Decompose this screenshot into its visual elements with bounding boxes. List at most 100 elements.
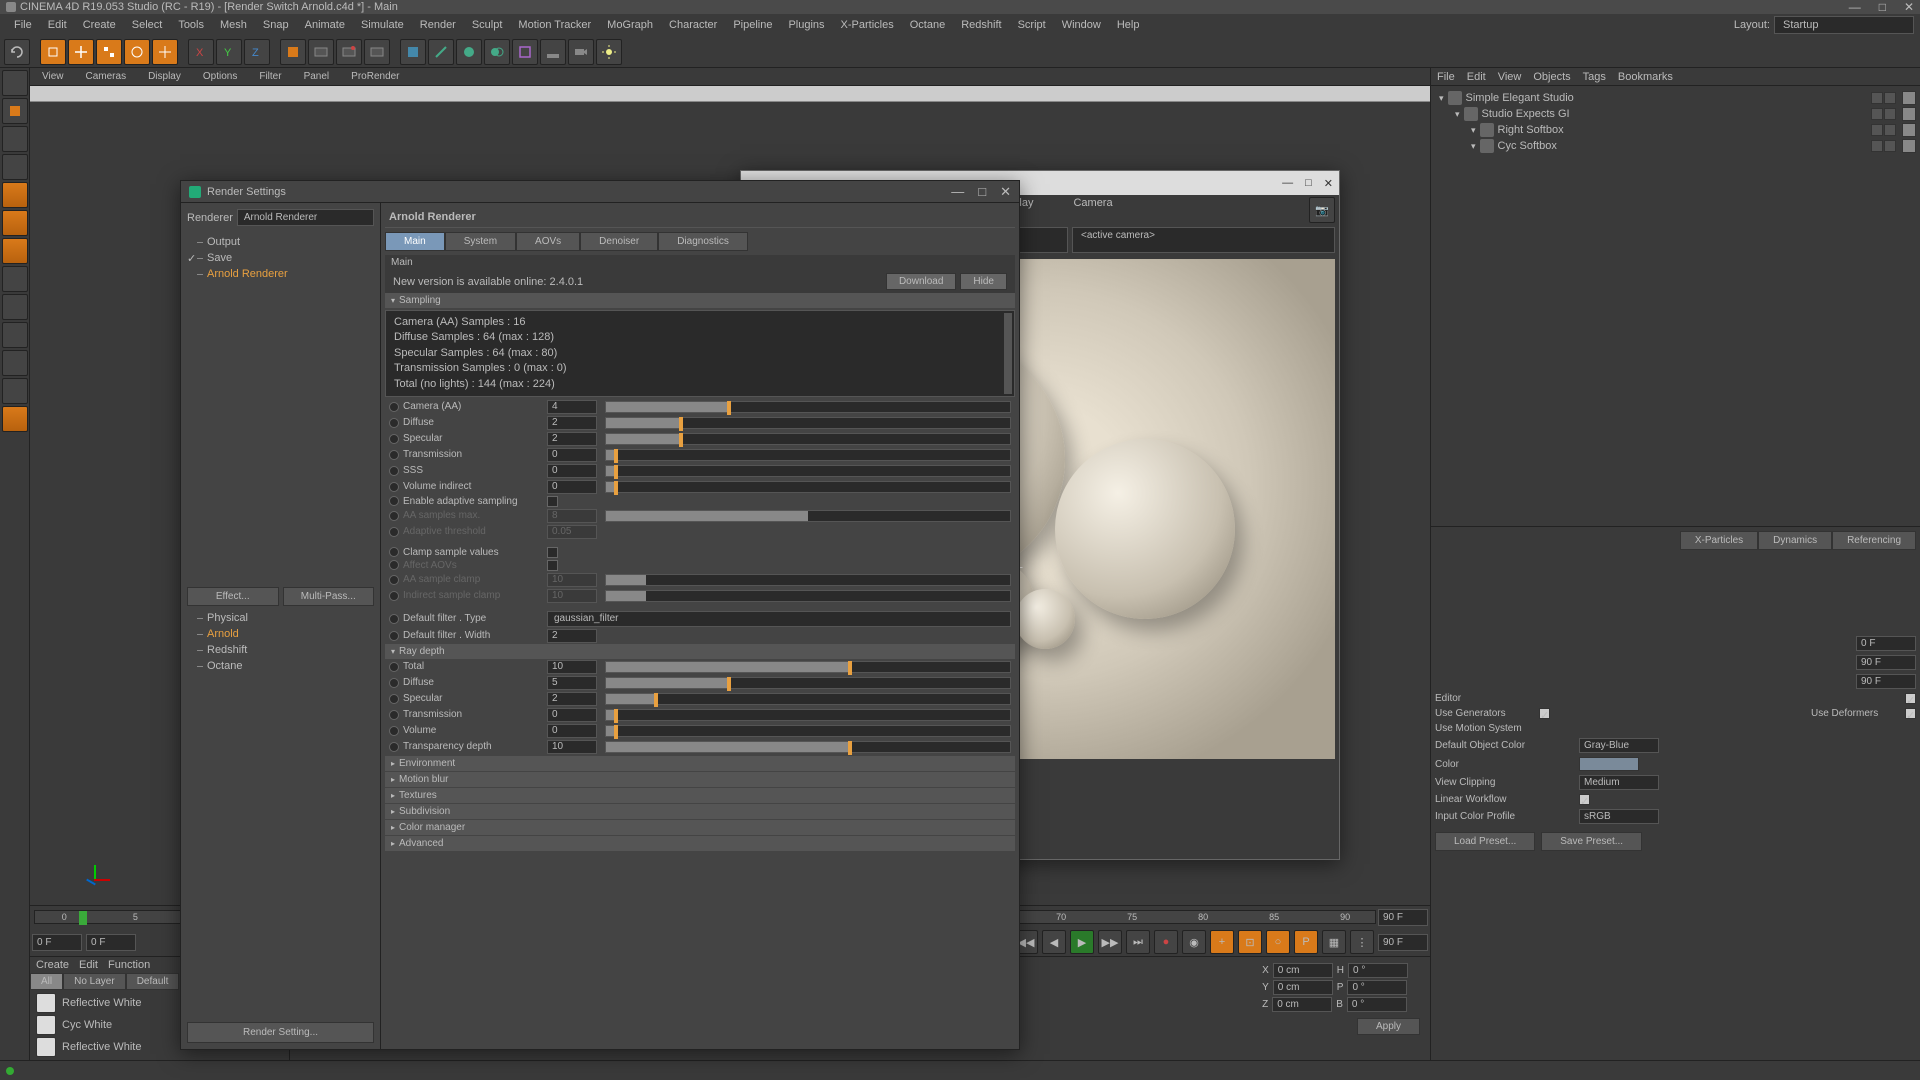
frame-end-input[interactable]: 90 F [1378, 934, 1428, 951]
menu-help[interactable]: Help [1109, 15, 1148, 35]
hide-button[interactable]: Hide [960, 273, 1007, 290]
viewport-tab-cameras[interactable]: Cameras [80, 71, 133, 82]
obj-menu-objects[interactable]: Objects [1533, 71, 1570, 83]
object-tag[interactable] [1902, 139, 1916, 153]
adaptive-check[interactable] [547, 496, 558, 507]
param-bullet[interactable] [389, 434, 399, 444]
play-forward-button[interactable]: ▶ [1070, 930, 1094, 954]
rs-section-subdivision[interactable]: Subdivision [385, 804, 1015, 819]
sampling-specular-slider[interactable] [605, 433, 1011, 445]
z-input[interactable]: 0 cm [1272, 997, 1332, 1012]
menu-edit[interactable]: Edit [40, 15, 75, 35]
sampling-camera-aa--input[interactable] [547, 400, 597, 414]
sampling-specular-input[interactable] [547, 432, 597, 446]
menu-character[interactable]: Character [661, 15, 725, 35]
make-editable[interactable] [2, 70, 28, 96]
object-row[interactable]: ▾Simple Elegant Studio [1435, 90, 1916, 106]
object-tag[interactable] [1902, 107, 1916, 121]
menu-mograph[interactable]: MoGraph [599, 15, 661, 35]
ray-diffuse-input[interactable] [547, 676, 597, 690]
viewport-tab-panel[interactable]: Panel [298, 71, 336, 82]
subdivision-button[interactable] [456, 39, 482, 65]
live-select-tool[interactable] [40, 39, 66, 65]
deformer-button[interactable] [512, 39, 538, 65]
edge-mode[interactable] [2, 210, 28, 236]
h-input[interactable]: 0 ° [1348, 963, 1408, 978]
camera-button[interactable] [568, 39, 594, 65]
x-input[interactable]: 0 cm [1273, 963, 1333, 978]
attr-val-0f[interactable]: 0 F [1856, 636, 1916, 651]
mat-tab-all[interactable]: All [30, 973, 63, 990]
menu-tools[interactable]: Tools [170, 15, 212, 35]
point-mode[interactable] [2, 182, 28, 208]
maximize-button[interactable]: □ [1879, 0, 1886, 14]
rs-section-advanced[interactable]: Advanced [385, 836, 1015, 851]
snap-toggle[interactable] [2, 322, 28, 348]
rs-minimize[interactable]: — [951, 184, 964, 200]
filter-type-select[interactable]: gaussian_filter [547, 611, 1011, 627]
menu-render[interactable]: Render [412, 15, 464, 35]
step-forward-button[interactable]: ▶▶ [1098, 930, 1122, 954]
view-clipping-select[interactable]: Medium [1579, 775, 1659, 790]
menu-create[interactable]: Create [75, 15, 124, 35]
param-bullet[interactable] [389, 450, 399, 460]
object-tree[interactable]: ▾Simple Elegant Studio▾Studio Expects GI… [1431, 86, 1920, 526]
scale-tool[interactable] [96, 39, 122, 65]
light-button[interactable] [596, 39, 622, 65]
ipr-maximize[interactable]: □ [1305, 177, 1312, 190]
multipass-button[interactable]: Multi-Pass... [283, 587, 375, 606]
menu-x-particles[interactable]: X-Particles [833, 15, 902, 35]
boole-button[interactable] [484, 39, 510, 65]
render-view-button[interactable] [308, 39, 334, 65]
render-dot[interactable] [1884, 108, 1896, 120]
linear-workflow-check[interactable]: ✓ [1579, 794, 1590, 805]
ray-total-slider[interactable] [605, 661, 1011, 673]
rs-engine-physical[interactable]: Physical [187, 610, 374, 626]
param-bullet[interactable] [389, 710, 399, 720]
rs-maximize[interactable]: □ [978, 184, 986, 200]
viewport-tab-view[interactable]: View [36, 71, 70, 82]
mat-menu-edit[interactable]: Edit [79, 959, 98, 971]
play-back-button[interactable]: ◀ [1042, 930, 1066, 954]
rs-section-motion-blur[interactable]: Motion blur [385, 772, 1015, 787]
render-settings-button[interactable] [364, 39, 390, 65]
renderer-select[interactable]: Arnold Renderer [237, 209, 374, 226]
ray-transmission-input[interactable] [547, 708, 597, 722]
ipr-snapshot[interactable]: 📷 [1309, 197, 1335, 223]
frame-end-display[interactable]: 90 F [1378, 909, 1428, 926]
close-button[interactable]: ✕ [1904, 0, 1914, 14]
rs-tree-save[interactable]: Save✓ [187, 250, 374, 266]
p-input[interactable]: 0 ° [1347, 980, 1407, 995]
sampling-volume-indirect-input[interactable] [547, 480, 597, 494]
minimize-button[interactable]: — [1849, 0, 1861, 14]
menu-simulate[interactable]: Simulate [353, 15, 412, 35]
mat-menu-create[interactable]: Create [36, 959, 69, 971]
object-row[interactable]: ▾Cyc Softbox [1435, 138, 1916, 154]
sampling-camera-aa--slider[interactable] [605, 401, 1011, 413]
rotate-tool[interactable] [124, 39, 150, 65]
obj-menu-bookmarks[interactable]: Bookmarks [1618, 71, 1673, 83]
attr-tab-x-particles[interactable]: X-Particles [1680, 531, 1758, 550]
input-color-profile-select[interactable]: sRGB [1579, 809, 1659, 824]
frame-current-input[interactable]: 0 F [86, 934, 136, 951]
obj-menu-view[interactable]: View [1498, 71, 1522, 83]
polygon-mode[interactable] [2, 238, 28, 264]
workplane-mode[interactable] [2, 154, 28, 180]
menu-select[interactable]: Select [124, 15, 171, 35]
obj-menu-file[interactable]: File [1437, 71, 1455, 83]
key-sel-button[interactable]: ▦ [1322, 930, 1346, 954]
attr-tab-dynamics[interactable]: Dynamics [1758, 531, 1832, 550]
menu-sculpt[interactable]: Sculpt [464, 15, 511, 35]
sampling-transmission-slider[interactable] [605, 449, 1011, 461]
cube-primitive[interactable] [400, 39, 426, 65]
move-tool[interactable] [68, 39, 94, 65]
rs-engine-redshift[interactable]: Redshift [187, 642, 374, 658]
param-bullet[interactable] [389, 678, 399, 688]
visibility-dot[interactable] [1871, 140, 1883, 152]
frame-start-input[interactable]: 0 F [32, 934, 82, 951]
render-picture-button[interactable] [336, 39, 362, 65]
transparency-input[interactable] [547, 740, 597, 754]
rs-tab-denoiser[interactable]: Denoiser [580, 232, 658, 251]
param-bullet[interactable] [389, 662, 399, 672]
rs-tab-system[interactable]: System [445, 232, 516, 251]
